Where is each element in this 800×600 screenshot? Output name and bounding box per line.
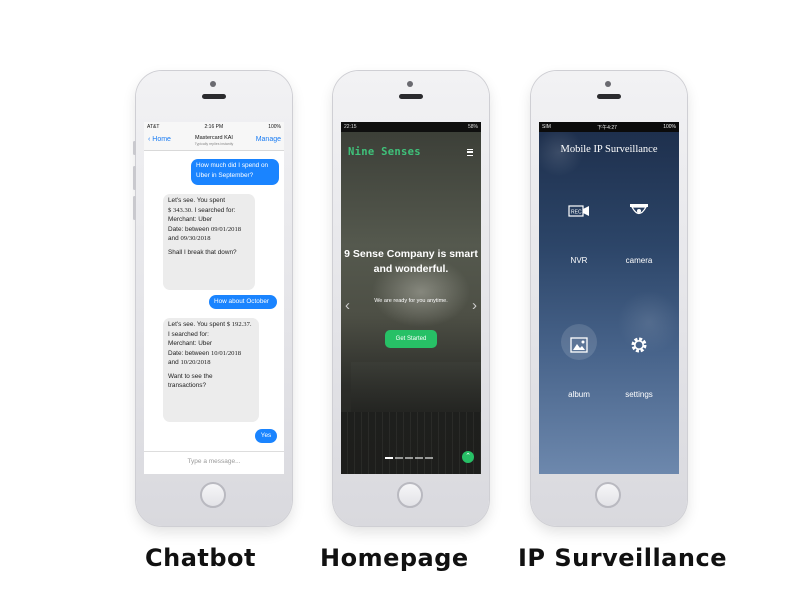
earpiece-speaker — [399, 94, 423, 99]
message-placeholder: Type a message... — [187, 458, 241, 465]
carousel-indicators — [385, 457, 433, 459]
caption-surveillance: IP Surveillance — [518, 544, 727, 572]
home-button[interactable] — [397, 482, 423, 508]
front-camera — [407, 81, 413, 87]
bot-message: Let's see. You spent $ 343.30. I searche… — [163, 194, 255, 290]
background-keyboard — [341, 412, 481, 474]
user-message: Yes — [255, 429, 277, 443]
photo-album-icon — [568, 334, 590, 356]
hero-title: 9 Sense Company is smart and wonderful. — [344, 248, 478, 275]
status-bar: SIM 下午4:27 100% — [539, 122, 679, 132]
surveillance-screen: SIM 下午4:27 100% Mobile IP Surveillance R… — [539, 122, 679, 474]
site-logo[interactable]: Nine Senses — [348, 146, 421, 158]
tile-label: album — [568, 390, 590, 399]
phone-surveillance: SIM 下午4:27 100% Mobile IP Surveillance R… — [531, 71, 687, 526]
caption-homepage: Homepage — [320, 544, 469, 572]
hero-subtitle: We are ready for you anytime. — [374, 298, 448, 304]
caption-chatbot: Chatbot — [145, 544, 257, 572]
phone-homepage: 22:15 58% Nine Senses ‹ › 9 Sense Compan… — [333, 71, 489, 526]
background-desk — [351, 362, 481, 412]
tile-label: settings — [625, 390, 653, 399]
user-message: How much did I spend on Uber in Septembe… — [191, 159, 279, 185]
homepage-screen: 22:15 58% Nine Senses ‹ › 9 Sense Compan… — [341, 122, 481, 474]
camera-tile[interactable]: camera — [609, 200, 669, 280]
home-button[interactable] — [200, 482, 226, 508]
home-button[interactable] — [595, 482, 621, 508]
carousel-dot[interactable] — [385, 457, 393, 459]
message-input[interactable]: Type a message... — [144, 451, 284, 474]
carousel-dot[interactable] — [415, 457, 423, 459]
nvr-tile[interactable]: REC NVR — [549, 200, 609, 280]
chat-header: ‹ Home Mastercard KAI Typically replies … — [144, 132, 284, 151]
front-camera — [210, 81, 216, 87]
battery-label: 100% — [663, 124, 676, 130]
user-message: How about October — [209, 295, 277, 309]
earpiece-speaker — [202, 94, 226, 99]
phone-chatbot: AT&T 2:16 PM 100% ‹ Home Mastercard KAI … — [133, 71, 292, 526]
volume-down-key — [133, 196, 136, 220]
status-bar: 22:15 58% — [341, 122, 481, 132]
tile-label: NVR — [570, 256, 588, 265]
carousel-dot[interactable] — [425, 457, 433, 459]
earpiece-speaker — [597, 94, 621, 99]
carousel-dot[interactable] — [395, 457, 403, 459]
gear-icon — [628, 334, 650, 356]
carousel-dot[interactable] — [405, 457, 413, 459]
settings-tile[interactable]: settings — [609, 334, 669, 414]
volume-up-key — [133, 166, 136, 190]
app-title: Mobile IP Surveillance — [560, 144, 658, 155]
clock: 22:15 — [344, 124, 357, 130]
rec-camera-icon: REC — [568, 200, 590, 222]
carrier-label: AT&T — [147, 124, 160, 130]
chatbot-screen: AT&T 2:16 PM 100% ‹ Home Mastercard KAI … — [144, 122, 284, 474]
battery-label: 100% — [268, 124, 281, 130]
dome-camera-icon — [628, 200, 650, 222]
tile-label: camera — [625, 256, 653, 265]
get-started-button[interactable]: Get Started — [385, 330, 437, 348]
status-bar: AT&T 2:16 PM 100% — [144, 122, 284, 132]
hamburger-menu-icon[interactable] — [467, 149, 473, 156]
manage-button[interactable]: Manage — [256, 136, 281, 143]
clock: 下午4:27 — [597, 124, 617, 131]
scroll-top-icon[interactable]: ⌃ — [462, 451, 474, 463]
svg-text:REC: REC — [571, 210, 582, 216]
front-camera — [605, 81, 611, 87]
album-tile[interactable]: album — [549, 324, 609, 414]
mute-switch — [133, 141, 136, 155]
clock: 2:16 PM — [204, 124, 224, 130]
bot-message: Let's see. You spent $ 192.37. I searche… — [163, 318, 259, 422]
battery-label: 58% — [467, 124, 478, 130]
carrier-label: SIM — [542, 124, 551, 130]
